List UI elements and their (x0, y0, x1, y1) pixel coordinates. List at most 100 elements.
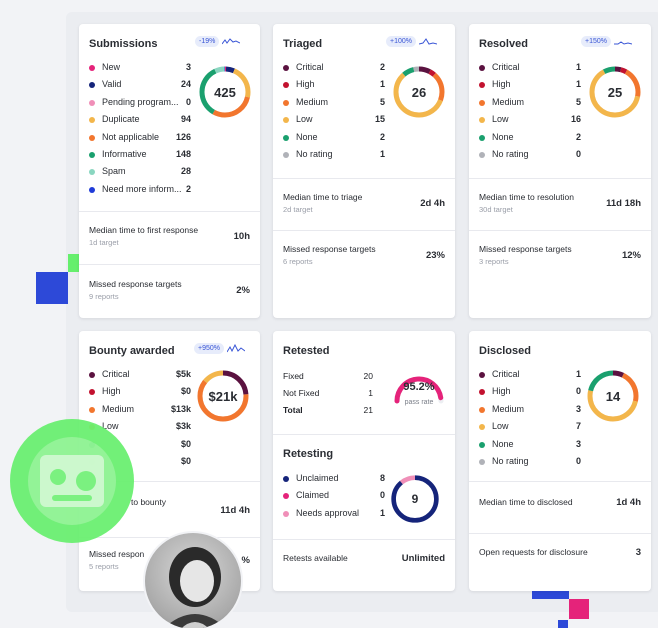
card-title: Resolved (479, 38, 528, 50)
legend-item[interactable]: Critical $5k (89, 369, 191, 386)
donut-chart: $21k (195, 368, 251, 424)
legend: Critical 1 High 0 Medium 3 Low 7 None 3 No rating 0 (479, 369, 581, 473)
legend-label: High (296, 79, 315, 90)
legend-value: 5 (379, 96, 385, 107)
submissions-card[interactable]: Submissions -19% New 3 Valid 24 Pending prog… (79, 24, 260, 318)
legend-value: $0 (180, 386, 191, 397)
legend-value: 1 (575, 79, 581, 90)
metric-missed-targets: Missed response targets 6 reports 23% (283, 244, 445, 266)
legend-label: Valid (102, 79, 122, 90)
legend-label: None (492, 438, 514, 449)
legend-item[interactable]: New 3 (89, 62, 191, 79)
legend-value: 2 (379, 62, 385, 72)
sparkline-icon (227, 344, 245, 353)
legend-item[interactable]: Not applicable 126 (89, 132, 191, 149)
legend-item[interactable]: Medium 5 (283, 97, 385, 114)
legend-value: 1 (575, 62, 581, 72)
donut-total: 26 (411, 84, 427, 100)
metric-sub: 6 reports (283, 257, 313, 266)
legend-item[interactable]: High 1 (479, 79, 581, 96)
legend-item[interactable]: None 2 (283, 132, 385, 149)
card-title: Submissions (89, 38, 158, 50)
legend-item[interactable]: High $0 (89, 386, 191, 403)
metric-value: 23% (425, 250, 445, 261)
resolved-card[interactable]: Resolved +150% Critical 1 High 1 Medium 5 Low 1… (469, 24, 651, 318)
donut-chart: 25 (587, 64, 643, 120)
legend-value: $13k (170, 403, 191, 414)
legend-item[interactable]: Informative 148 (89, 149, 191, 166)
divider (469, 481, 651, 482)
legend-value: 1 (379, 507, 385, 518)
legend-item[interactable]: Critical 1 (479, 62, 581, 79)
row-value: 1 (368, 388, 373, 398)
legend-item[interactable]: Low 7 (479, 421, 581, 438)
legend-item[interactable]: No rating 0 (479, 456, 581, 473)
legend-item[interactable]: Critical 2 (283, 62, 385, 79)
donut-total: 25 (607, 84, 623, 100)
legend-dot-icon (89, 117, 95, 124)
legend-item[interactable]: High 0 (479, 386, 581, 403)
legend-item[interactable]: Need more inform... 2 (89, 184, 191, 201)
legend-dot-icon (89, 134, 95, 141)
decor-blue-square-small (558, 620, 568, 628)
triaged-card[interactable]: Triaged +100% Critical 2 High 1 Medium 5 Low 15… (273, 24, 455, 318)
legend-item[interactable]: Low 15 (283, 114, 385, 131)
row-value: 21 (363, 405, 373, 415)
legend-item[interactable]: Claimed 0 (283, 490, 385, 507)
legend-label: Critical (296, 62, 324, 72)
legend-dot-icon (283, 65, 289, 71)
legend-item[interactable]: Spam 28 (89, 166, 191, 183)
legend-item[interactable]: Valid 24 (89, 79, 191, 96)
legend-item[interactable]: No rating 0 (479, 149, 581, 166)
metric-value: 3 (635, 547, 641, 558)
legend-value: 16 (570, 114, 581, 125)
legend-item[interactable]: Critical 1 (479, 369, 581, 386)
decor-blue-square (36, 272, 68, 304)
legend-label: High (492, 386, 511, 397)
legend-label: Unclaimed (296, 473, 339, 483)
legend-label: Medium (296, 96, 329, 107)
legend-dot-icon (479, 82, 485, 89)
legend-dot-icon (479, 372, 485, 378)
retest-row-not-fixed: Not Fixed 1 (283, 388, 373, 405)
legend-item[interactable]: None 2 (479, 132, 581, 149)
sparkline-icon (222, 38, 241, 45)
legend-dot-icon (89, 82, 95, 89)
legend-label: Low (492, 114, 509, 125)
disclosed-card[interactable]: Disclosed Critical 1 High 0 Medium 3 Low 7 None 3… (469, 331, 651, 591)
legend-item[interactable]: Medium 5 (479, 97, 581, 114)
legend-item[interactable]: High 1 (283, 79, 385, 96)
trend-indicator: +100% (386, 36, 437, 47)
legend-item[interactable]: Needs approval 1 (283, 508, 385, 525)
metric-sub: 3 reports (479, 257, 509, 266)
retested-card[interactable]: Retested Fixed 20 Not Fixed 1 Total 21 95.2… (273, 331, 455, 591)
legend-item[interactable]: Unclaimed 8 (283, 473, 385, 490)
legend-value: 0 (379, 490, 385, 501)
legend-value: $0 (180, 438, 191, 449)
legend-item[interactable]: No rating 1 (283, 149, 385, 166)
legend-value: 3 (575, 403, 581, 414)
legend-value: 1 (575, 369, 581, 379)
trend-badge: +950% (194, 343, 224, 354)
legend-item[interactable]: Pending program... 0 (89, 97, 191, 114)
sparkline-icon (419, 38, 437, 45)
donut-chart: 425 (197, 64, 253, 120)
legend-dot-icon (479, 65, 485, 71)
trend-badge: +100% (386, 36, 416, 47)
legend-label: Medium (102, 403, 135, 414)
legend-item[interactable]: Low 16 (479, 114, 581, 131)
divider (79, 211, 260, 212)
legend-dot-icon (479, 389, 485, 396)
row-label: Total (283, 405, 303, 415)
legend-item[interactable]: None 3 (479, 439, 581, 456)
trend-indicator: +950% (194, 343, 245, 354)
metric-retests-available: Retests available Unlimited (283, 553, 445, 564)
legend-item[interactable]: Medium 3 (479, 404, 581, 421)
legend-value: 24 (180, 79, 191, 90)
metric-time-to-resolution: Median time to resolution 30d target 11d… (479, 192, 641, 214)
legend-item[interactable]: Duplicate 94 (89, 114, 191, 131)
pass-rate-gauge: 95.2% pass rate (391, 369, 447, 415)
legend-label: No rating (296, 148, 333, 159)
legend-dot-icon (479, 424, 485, 431)
divider (273, 178, 455, 179)
